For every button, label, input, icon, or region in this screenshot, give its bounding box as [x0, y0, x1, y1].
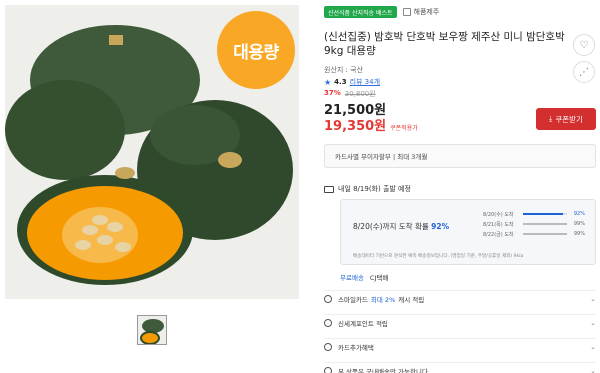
probability-bar — [523, 213, 567, 215]
chevron-down-icon: ⌄ — [590, 294, 596, 303]
probability-bar-fill — [523, 213, 564, 215]
benefit-icon — [324, 342, 332, 351]
discount-percent: 37% — [324, 89, 341, 97]
courier-label: CJ택배 — [369, 274, 389, 282]
benefit-icon — [324, 318, 332, 327]
reviews-link[interactable]: 리뷰 34개 — [350, 77, 380, 87]
coupon-download-button[interactable]: ⤓ 쿠폰받기 — [536, 108, 596, 130]
share-button[interactable]: ⋰ — [573, 61, 595, 83]
probability-date: 8/22(금) 도착 — [483, 231, 514, 238]
rating-row: ★ 4.3 리뷰 34개 — [324, 77, 380, 87]
download-icon: ⤓ — [549, 114, 553, 123]
probability-main-pct: 92% — [431, 222, 450, 231]
probability-date: 8/21(목) 도착 — [483, 221, 514, 228]
coupon-price-row: 19,350원 쿠폰적용가 — [324, 115, 418, 134]
benefit-label: 신세계포인트 적립 — [338, 319, 388, 328]
original-price: 30,800원 — [344, 90, 376, 98]
thumbnail-image[interactable] — [137, 315, 167, 345]
store-icon — [402, 8, 411, 16]
bulk-badge: 대용량 — [217, 11, 295, 89]
probability-list: 8/20(수) 도착 92% 8/21(목) 도착 99% 8/22(금) 도착 99% — [483, 209, 591, 239]
product-title: (신선집중) 밤호박 단호박 보우짱 제주산 미니 밤단호박 9kg 대용량 — [324, 31, 565, 57]
store-link[interactable]: 해품제주 — [402, 7, 440, 17]
card-installment-text: 카드사별 무이자할부 | 최대 3개월 — [335, 153, 428, 161]
share-icon: ⋰ — [579, 66, 589, 78]
chevron-down-icon: ⌄ — [590, 366, 596, 373]
probability-row: 8/20(수) 도착 92% — [483, 209, 591, 219]
shipping-tags: 무료배송 CJ택배 — [340, 272, 388, 282]
benefit-label: 카드추가혜택 — [338, 343, 374, 352]
probability-bar — [523, 233, 567, 235]
benefit-row[interactable]: 카드추가혜택 ⌄ — [324, 338, 596, 354]
benefit-highlight: 최대 2% — [370, 295, 396, 304]
probability-pct: 99% — [573, 221, 585, 227]
origin-text: 원산지 : 국산 — [324, 66, 364, 74]
discount-row: 37% 30,800원 — [324, 89, 376, 99]
chevron-down-icon: ⌄ — [590, 318, 596, 327]
benefit-label: 본 상품은 국내배송만 가능합니다 — [338, 367, 428, 373]
coupon-price: 19,350원 — [324, 119, 387, 134]
probability-bar — [523, 223, 567, 225]
product-info-panel: 신선식품 산지직송 베스트 해품제주 (신선집중) 밤호박 단호박 보우짱 제주… — [316, 0, 600, 373]
thumbnail-pumpkin — [138, 316, 166, 344]
benefit-row[interactable]: 신세계포인트 적립 ⌄ — [324, 314, 596, 330]
benefit-row[interactable]: 본 상품은 국내배송만 가능합니다 ⌄ — [324, 362, 596, 373]
probability-bar-fill — [523, 233, 567, 235]
tag-row: 신선식품 산지직송 베스트 해품제주 — [324, 6, 439, 18]
benefit-suffix: 캐시 적립 — [398, 295, 425, 304]
truck-icon — [324, 185, 334, 193]
wishlist-button[interactable]: ♡ — [573, 34, 595, 56]
probability-bar-fill — [523, 223, 567, 225]
coupon-price-label: 쿠폰적용가 — [390, 125, 418, 132]
coupon-button-label: 쿠폰받기 — [555, 114, 583, 124]
benefit-row[interactable]: 스마일카드 최대 2% 캐시 적립 ⌄ — [324, 290, 596, 306]
card-installment-box: 카드사별 무이자할부 | 최대 3개월 — [324, 144, 596, 168]
probability-summary: 8/20(수)까지 도착 확률 92% — [353, 221, 449, 232]
benefit-icon — [324, 294, 332, 303]
product-main-image[interactable]: 대용량 — [5, 5, 299, 299]
probability-note: 배송데이터 기반으로 분석한 예측 배송정보입니다. (영업일 기준, 주말/공… — [353, 254, 524, 259]
probability-pct: 92% — [573, 211, 585, 217]
category-tag[interactable]: 신선식품 산지직송 베스트 — [324, 6, 397, 18]
benefit-icon — [324, 366, 332, 373]
chevron-down-icon: ⌄ — [590, 342, 596, 351]
probability-prefix: 8/20(수)까지 도착 확률 — [353, 222, 429, 231]
heart-icon: ♡ — [579, 39, 589, 51]
free-shipping-label: 무료배송 — [340, 274, 364, 282]
shipping-eta-row: 내일 8/19(화) 출발 예정 — [324, 184, 411, 194]
probability-row: 8/22(금) 도착 99% — [483, 229, 591, 239]
rating-score: 4.3 — [334, 78, 347, 86]
shipping-eta: 내일 8/19(화) 출발 예정 — [338, 185, 411, 193]
probability-pct: 99% — [573, 231, 585, 237]
star-icon: ★ — [324, 77, 332, 87]
probability-row: 8/21(목) 도착 99% — [483, 219, 591, 229]
delivery-probability-box: 8/20(수)까지 도착 확률 92% 8/20(수) 도착 92% 8/21(목)… — [340, 199, 596, 265]
store-name: 해품제주 — [413, 8, 440, 16]
benefit-label: 스마일카드 — [338, 295, 368, 304]
probability-date: 8/20(수) 도착 — [483, 211, 514, 218]
